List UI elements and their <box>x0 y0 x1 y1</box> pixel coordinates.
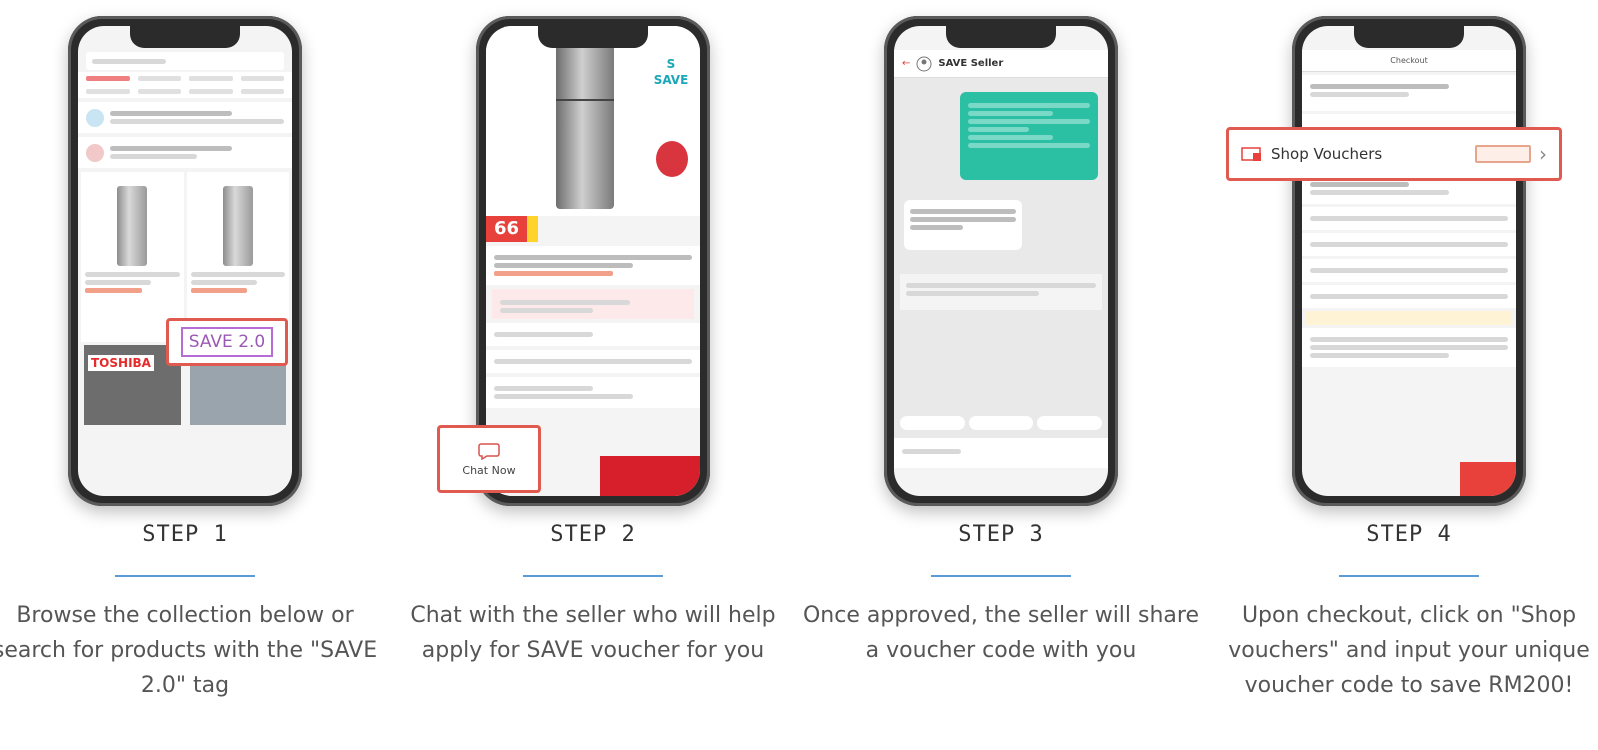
buy-button[interactable] <box>600 456 700 496</box>
sent-message <box>960 92 1098 180</box>
save-program-row <box>78 102 292 133</box>
product-grid <box>78 172 292 342</box>
seller-name: SAVE Seller <box>938 58 1004 69</box>
dealer-row <box>78 137 292 168</box>
step-1: TOSHIBA SAVE 2.0 STEP 1 Browse the colle… <box>0 0 390 750</box>
step-title: STEP 3 <box>958 522 1044 547</box>
shop-vouchers-row[interactable]: Shop Vouchers › <box>1226 127 1562 181</box>
search-bar <box>86 52 284 70</box>
phone-mockup-3: ← SAVE Seller <box>876 8 1126 518</box>
chevron-right-icon: › <box>1539 142 1547 166</box>
voucher-code-chip <box>1475 145 1531 163</box>
rebate-badge-icon <box>656 141 688 177</box>
voucher-icon <box>1241 147 1261 161</box>
divider <box>523 575 663 577</box>
received-message <box>904 200 1022 250</box>
save-logo-icon: S SAVE <box>653 57 689 87</box>
step-description: Upon checkout, click on "Shop vouchers" … <box>1228 603 1590 698</box>
step-2: S SAVE 66 Chat Now STEP 2 Chat with the s… <box>388 0 798 750</box>
message-input[interactable] <box>894 438 1108 468</box>
chat-notice <box>900 274 1102 310</box>
sort-tabs <box>78 72 292 85</box>
product-image: S SAVE <box>486 26 700 216</box>
chat-now-label: Chat Now <box>462 463 516 477</box>
phone-screen-search-results: TOSHIBA <box>78 26 292 496</box>
checkout-header: Checkout <box>1302 50 1516 72</box>
phone-screen-chat: ← SAVE Seller <box>894 26 1108 496</box>
divider <box>115 575 255 577</box>
step-description: Once approved, the seller will share a v… <box>802 603 1200 663</box>
step-title: STEP 4 <box>1366 522 1452 547</box>
step-description: Chat with the seller who will help apply… <box>410 603 776 663</box>
step-4: Checkout Shop Vouchers › STEP 4 Upon che… <box>1204 0 1598 750</box>
step-title: STEP 1 <box>142 522 228 547</box>
step-3: ← SAVE Seller STEP 3 Once approved, the … <box>796 0 1206 750</box>
shop-vouchers-label: Shop Vouchers <box>1271 145 1383 163</box>
phone-mockup-1: TOSHIBA <box>60 8 310 518</box>
chat-header: ← SAVE Seller <box>894 50 1108 78</box>
chat-body <box>894 78 1108 438</box>
avatar-icon <box>916 56 932 71</box>
product-card <box>186 172 289 342</box>
cashback-badge <box>527 216 539 242</box>
chat-icon <box>478 442 500 460</box>
product-card <box>81 172 184 342</box>
phone-mockup-4: Checkout <box>1284 8 1534 518</box>
divider <box>931 575 1071 577</box>
chat-now-button[interactable]: Chat Now <box>437 425 541 493</box>
sale-badge: 66 <box>486 216 528 242</box>
step-description: Browse the collection below or search fo… <box>0 603 378 698</box>
step-title: STEP 2 <box>550 522 636 547</box>
save-tag-callout: SAVE 2.0 <box>166 318 288 366</box>
divider <box>1339 575 1479 577</box>
authentic-guarantee <box>492 289 694 319</box>
phone-screen-checkout: Checkout <box>1302 26 1516 496</box>
place-order-button[interactable] <box>1460 462 1516 496</box>
back-arrow-icon[interactable]: ← <box>902 58 910 69</box>
